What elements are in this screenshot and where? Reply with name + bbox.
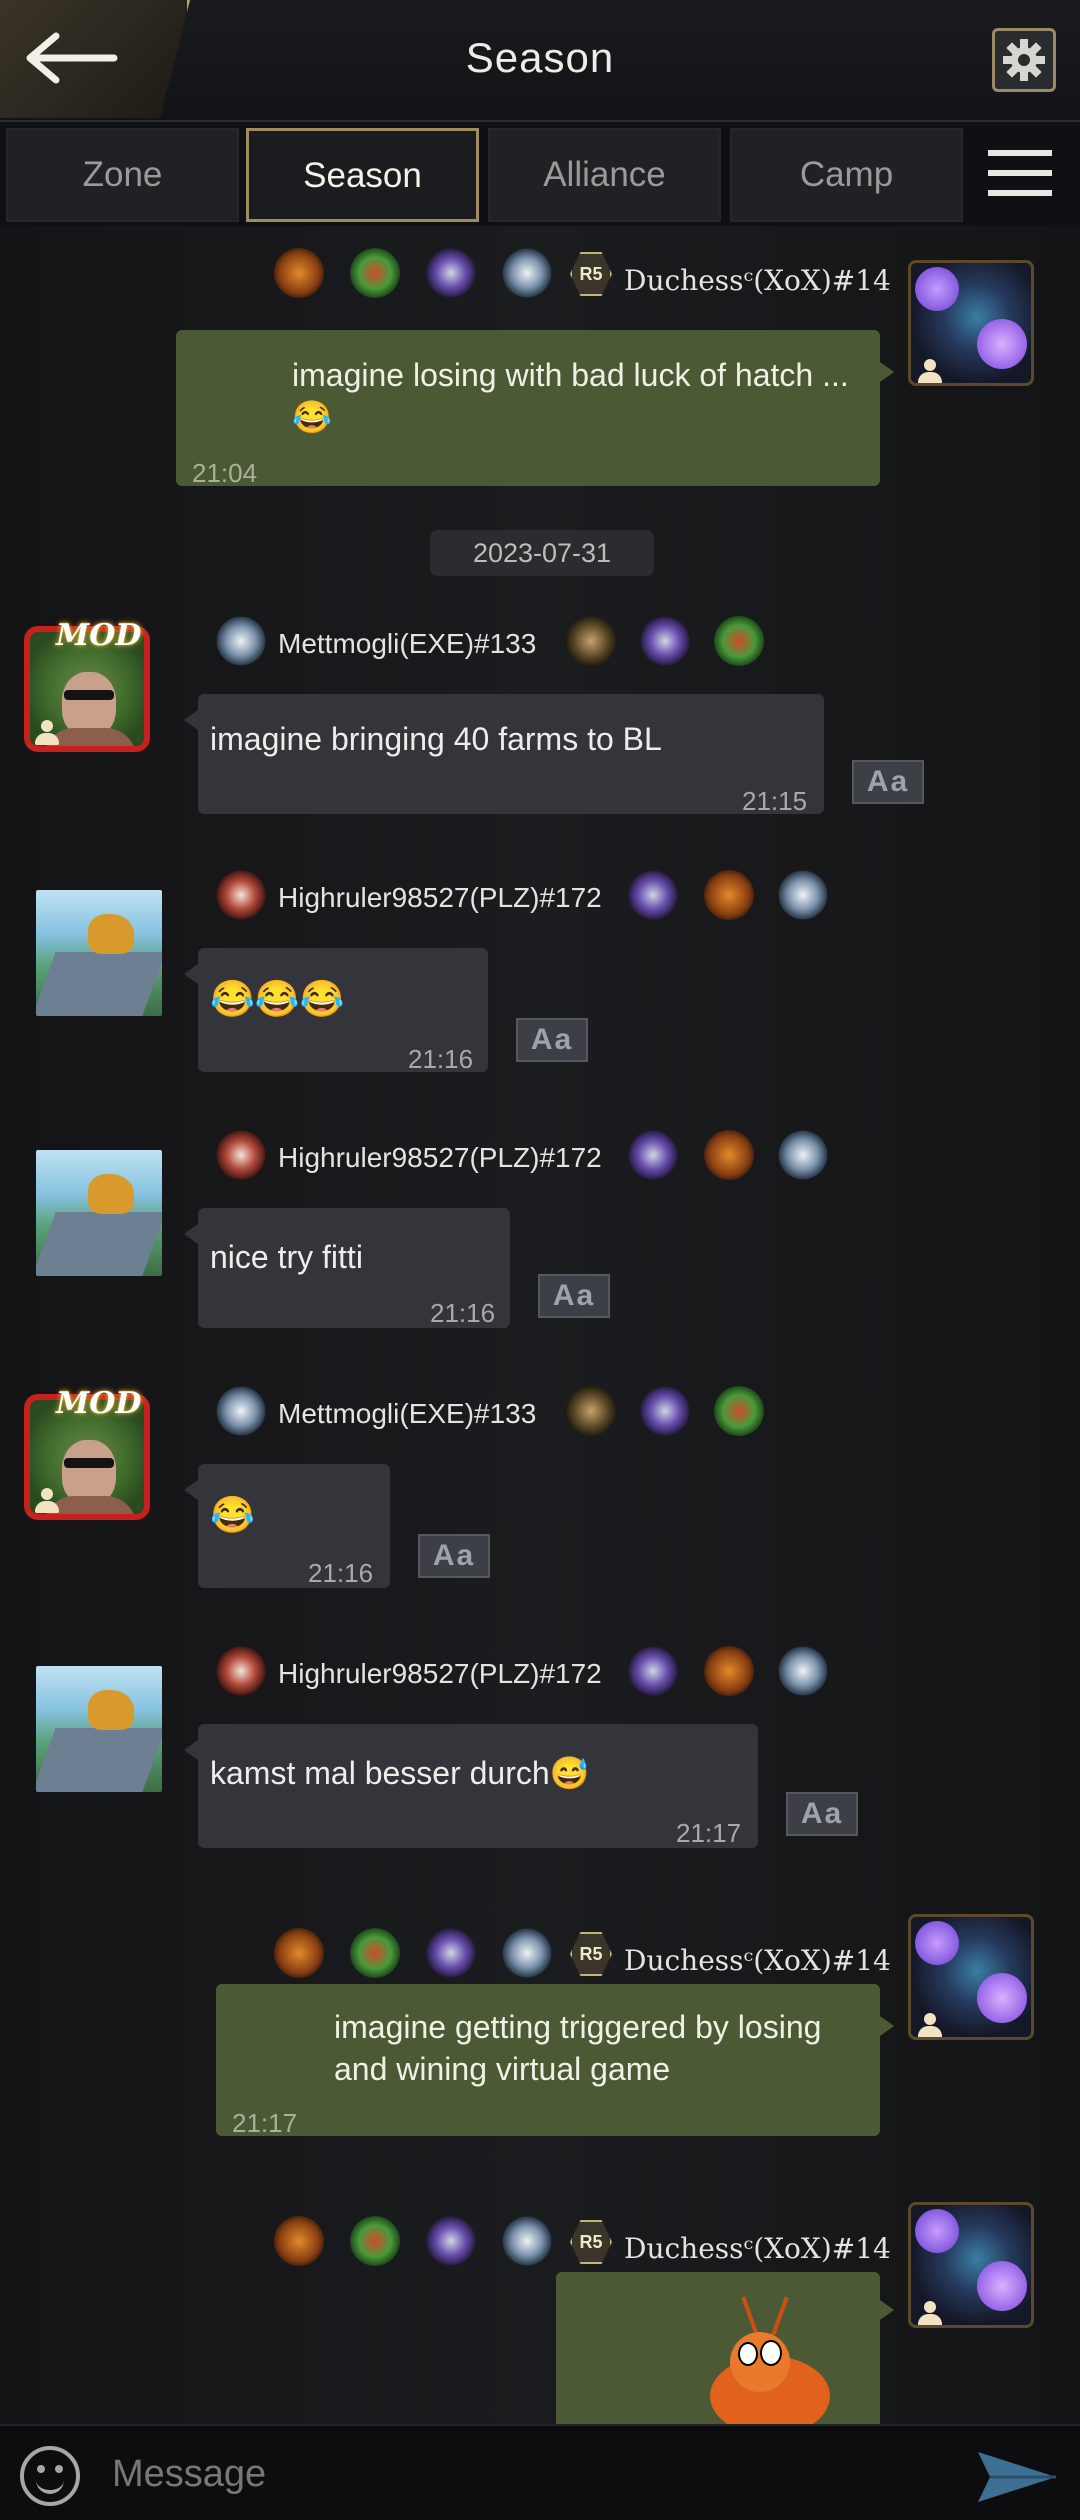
medal-badge-icon: [426, 248, 476, 298]
gear-icon: [1003, 39, 1045, 81]
medal-badge-icon: [350, 2216, 400, 2266]
medal-badge-icon: [778, 870, 828, 920]
medal-badge-icon: [704, 1130, 754, 1180]
channel-tabs: Zone Season Alliance Camp: [0, 122, 1080, 226]
medal-badge-icon: [628, 1646, 678, 1696]
ant-sticker: [690, 2296, 860, 2424]
person-icon: [915, 2013, 945, 2037]
message-text: 😂: [210, 1494, 255, 1535]
medal-badge-icon: [714, 1386, 764, 1436]
avatar[interactable]: [908, 260, 1034, 386]
message-bubble[interactable]: nice try fitti 21:16: [184, 1208, 510, 1328]
message-time: 21:16: [430, 1298, 496, 1328]
settings-button[interactable]: [992, 28, 1056, 92]
translate-button[interactable]: Aa: [852, 760, 924, 804]
message-bubble[interactable]: imagine bringing 40 farms to BL 21:15: [184, 694, 824, 816]
medal-badge-icon: [502, 2216, 552, 2266]
message-text: kamst mal besser durch😅: [210, 1755, 590, 1791]
mod-label: MOD: [56, 1386, 142, 1421]
date-separator: 2023-07-31: [430, 530, 654, 576]
medal-badge-icon: [778, 1130, 828, 1180]
message-bubble[interactable]: imagine getting triggered by losing and …: [216, 1984, 894, 2138]
medal-badge-icon: [350, 1928, 400, 1978]
message-bubble[interactable]: kamst mal besser durch😅 21:17: [184, 1724, 758, 1848]
medal-badge-icon: [350, 248, 400, 298]
person-icon: [32, 720, 62, 746]
medal-badge-icon: [274, 1928, 324, 1978]
message-text: imagine losing with bad luck of hatch ..…: [292, 357, 849, 435]
medal-badge-icon: [628, 1130, 678, 1180]
message-composer: [0, 2424, 1080, 2520]
medal-badge-icon: [216, 616, 266, 666]
message-text: nice try fitti: [210, 1239, 363, 1275]
translate-button[interactable]: Aa: [538, 1274, 610, 1318]
message-time: 21:16: [408, 1044, 474, 1074]
medal-badge-icon: [704, 1646, 754, 1696]
message-text: 😂😂😂: [210, 978, 345, 1019]
medal-badge-icon: [704, 870, 754, 920]
list-menu-icon[interactable]: [988, 150, 1052, 200]
avatar[interactable]: [36, 890, 162, 1016]
tab-zone[interactable]: Zone: [6, 128, 239, 222]
avatar[interactable]: [908, 1914, 1034, 2040]
tab-alliance[interactable]: Alliance: [488, 128, 721, 222]
chat-list[interactable]: R5 Duchessᶜ(XoX)#14 imagine losing with …: [0, 226, 1080, 2424]
person-icon: [915, 2301, 945, 2325]
message-bubble[interactable]: 😂 21:16: [184, 1464, 390, 1588]
medal-badge-icon: [566, 1386, 616, 1436]
translate-button[interactable]: Aa: [516, 1018, 588, 1062]
medal-badge-icon: [566, 616, 616, 666]
sender-name[interactable]: Mettmogli(EXE)#133: [278, 628, 536, 660]
medal-badge-icon: [274, 248, 324, 298]
emoji-icon[interactable]: [20, 2446, 80, 2506]
medal-badge-icon: [714, 616, 764, 666]
medal-badge-icon: [778, 1646, 828, 1696]
translate-button[interactable]: Aa: [786, 1792, 858, 1836]
message-time: 21:17: [676, 1818, 742, 1848]
medal-badge-icon: [628, 870, 678, 920]
avatar[interactable]: [36, 1666, 162, 1792]
medal-badge-icon: [640, 616, 690, 666]
avatar[interactable]: [36, 1150, 162, 1276]
medal-badge-icon: [426, 2216, 476, 2266]
message-input[interactable]: [112, 2444, 942, 2504]
message-time: 21:04: [192, 458, 258, 488]
medal-badge-icon: [502, 1928, 552, 1978]
person-icon: [32, 1488, 62, 1514]
medal-badge-icon: [426, 1928, 476, 1978]
medal-badge-icon: [216, 870, 266, 920]
sender-name[interactable]: Duchessᶜ(XoX)#14: [624, 1944, 891, 1977]
message-bubble[interactable]: 😂😂😂 21:16: [184, 948, 488, 1074]
rank-badge: R5: [570, 2220, 612, 2264]
message-time: 21:15: [742, 786, 808, 816]
message-time: 21:17: [232, 2108, 298, 2138]
sender-name[interactable]: Highruler98527(PLZ)#172: [278, 1142, 602, 1174]
top-bar: Season: [0, 0, 1080, 122]
translate-button[interactable]: Aa: [418, 1534, 490, 1578]
sender-name[interactable]: Duchessᶜ(XoX)#14: [624, 264, 891, 297]
rank-badge: R5: [570, 1932, 612, 1976]
medal-badge-icon: [216, 1386, 266, 1436]
tab-camp[interactable]: Camp: [730, 128, 963, 222]
medal-badge-icon: [216, 1130, 266, 1180]
medal-badge-icon: [216, 1646, 266, 1696]
message-bubble[interactable]: imagine losing with bad luck of hatch ..…: [176, 330, 894, 488]
sender-name[interactable]: Highruler98527(PLZ)#172: [278, 1658, 602, 1690]
medal-badge-icon: [640, 1386, 690, 1436]
sender-name[interactable]: Highruler98527(PLZ)#172: [278, 882, 602, 914]
medal-badge-icon: [502, 248, 552, 298]
page-title: Season: [465, 34, 615, 81]
sender-name[interactable]: Mettmogli(EXE)#133: [278, 1398, 536, 1430]
mod-label: MOD: [56, 618, 142, 653]
message-text: imagine bringing 40 farms to BL: [210, 721, 662, 757]
medal-badge-icon: [274, 2216, 324, 2266]
avatar[interactable]: [908, 2202, 1034, 2328]
send-icon[interactable]: [976, 2450, 1058, 2504]
message-text: imagine getting triggered by losing and …: [334, 2009, 822, 2087]
message-time: 21:16: [308, 1558, 374, 1588]
tab-season[interactable]: Season: [246, 128, 479, 222]
sender-name[interactable]: Duchessᶜ(XoX)#14: [624, 2232, 891, 2265]
rank-badge: R5: [570, 252, 612, 296]
person-icon: [915, 359, 945, 383]
